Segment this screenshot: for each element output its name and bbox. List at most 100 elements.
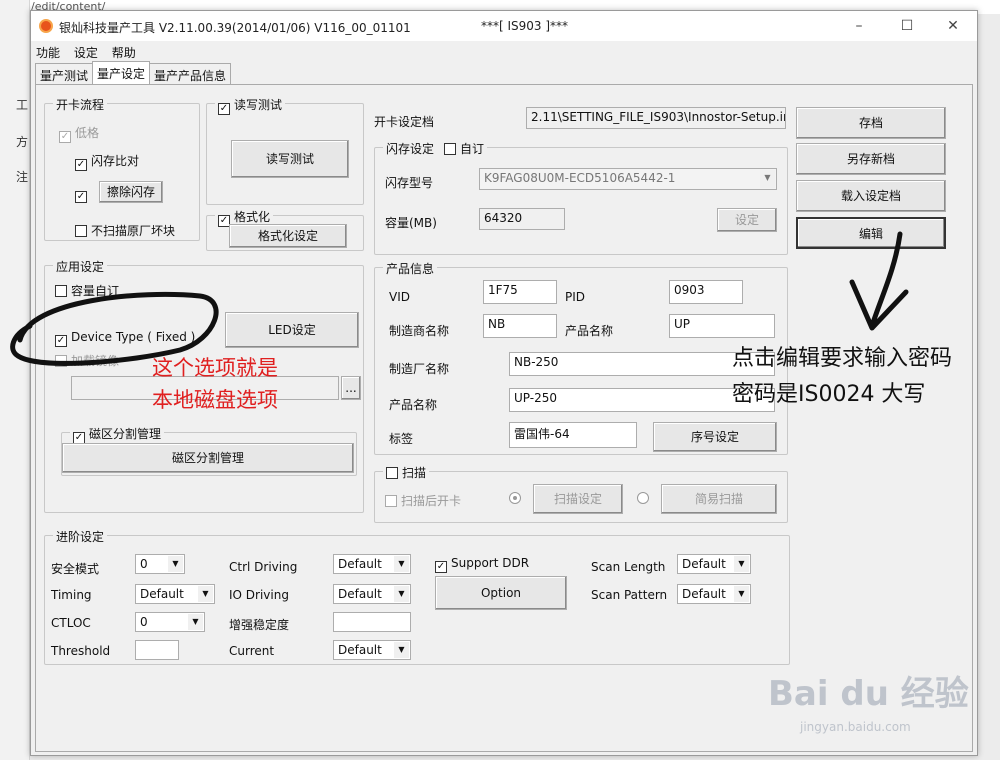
close-icon[interactable]: ✕ bbox=[931, 11, 975, 41]
chevron-down-icon: ▼ bbox=[188, 614, 203, 630]
flash-model-select[interactable]: K9FAG08U0M-ECD5106A5442-1 ▼ bbox=[479, 168, 777, 190]
capacity-label: 容量(MB) bbox=[385, 216, 437, 230]
annotation-red-line1: 这个选项就是 bbox=[152, 356, 278, 380]
title-bar: 银灿科技量产工具 V2.11.00.39(2014/01/06) V116_00… bbox=[31, 11, 977, 41]
support-ddr-checkbox[interactable]: ✓ Support DDR bbox=[435, 556, 529, 573]
skip-factory-bad-block-checkbox[interactable]: 不扫描原厂坏块 bbox=[75, 222, 175, 239]
chevron-down-icon: ▼ bbox=[394, 586, 409, 602]
serial-setting-button[interactable]: 序号设定 bbox=[653, 422, 777, 452]
chevron-down-icon: ▼ bbox=[734, 586, 749, 602]
vid-input[interactable]: 1F75 bbox=[483, 280, 557, 304]
menu-help[interactable]: 帮助 bbox=[107, 42, 141, 63]
stability-label: 增强稳定度 bbox=[229, 618, 290, 632]
tag-input[interactable]: 雷国伟-64 bbox=[509, 422, 637, 448]
scan-length-select[interactable]: Default ▼ bbox=[677, 554, 751, 574]
browser-side-item: 工 bbox=[16, 98, 29, 112]
save-button[interactable]: 存档 bbox=[796, 107, 946, 139]
format-setting-button[interactable]: 格式化设定 bbox=[229, 224, 347, 248]
annotation-red-line2: 本地磁盘选项 bbox=[152, 388, 278, 412]
product-name-input[interactable]: UP bbox=[669, 314, 775, 338]
flash-custom-checkbox[interactable] bbox=[444, 143, 457, 155]
product-info-group: 产品信息 VID 1F75 PID 0903 制造商名称 NB 产品名称 UP … bbox=[374, 260, 788, 455]
chevron-down-icon: ▼ bbox=[198, 586, 213, 602]
simple-scan-button[interactable]: 简易扫描 bbox=[661, 484, 777, 514]
safe-mode-label: 安全模式 bbox=[51, 562, 100, 576]
scan-setting-button[interactable]: 扫描设定 bbox=[533, 484, 623, 514]
browse-button[interactable]: ... bbox=[341, 376, 361, 400]
check-icon: ✓ bbox=[75, 159, 87, 171]
check-box bbox=[55, 355, 67, 367]
browser-side-item: 方 bbox=[16, 135, 29, 149]
group-label: 开卡流程 bbox=[53, 96, 108, 113]
scan-group: 扫描 扫描后开卡 扫描设定 简易扫描 bbox=[374, 464, 788, 523]
flash-set-button[interactable]: 设定 bbox=[717, 208, 777, 232]
rw-test-button[interactable]: 读写测试 bbox=[231, 140, 349, 178]
scan-then-open-checkbox[interactable]: 扫描后开卡 bbox=[385, 492, 461, 509]
capacity-value: 64320 bbox=[479, 208, 565, 230]
app-logo-icon bbox=[39, 19, 53, 33]
tag-label: 标签 bbox=[389, 432, 414, 446]
save-as-button[interactable]: 另存新档 bbox=[796, 143, 946, 175]
menu-function[interactable]: 功能 bbox=[31, 42, 65, 63]
tab-strip: 量产测试 量产设定 量产产品信息 bbox=[35, 61, 232, 87]
settings-panel: 开卡流程 ✓ 低格 ✓ 闪存比对 ✓ 擦除闪存 不扫描原厂坏块 ✓ 读写测试 读写测试… bbox=[35, 84, 973, 752]
chevron-down-icon: ▼ bbox=[394, 556, 409, 572]
window-title: 银灿科技量产工具 V2.11.00.39(2014/01/06) V116_00… bbox=[59, 21, 411, 35]
partition-checkbox[interactable]: ✓ 磁区分割管理 bbox=[70, 425, 165, 444]
edit-button[interactable]: 编辑 bbox=[796, 217, 946, 249]
low-format-checkbox[interactable]: ✓ 低格 bbox=[59, 124, 99, 143]
ctloc-select[interactable]: 0 ▼ bbox=[135, 612, 205, 632]
option-button[interactable]: Option bbox=[435, 576, 567, 610]
timing-select[interactable]: Default ▼ bbox=[135, 584, 215, 604]
baidu-watermark-url: jingyan.baidu.com bbox=[800, 720, 911, 734]
led-setting-button[interactable]: LED设定 bbox=[225, 312, 359, 348]
ctrl-driving-select[interactable]: Default ▼ bbox=[333, 554, 411, 574]
format-group: ✓ 格式化 格式化设定 bbox=[206, 208, 364, 251]
maximize-icon[interactable]: ☐ bbox=[885, 11, 929, 41]
minimize-icon[interactable]: – bbox=[837, 11, 881, 41]
current-select[interactable]: Default ▼ bbox=[333, 640, 411, 660]
annotation-black-line1: 点击编辑要求输入密码 bbox=[732, 346, 953, 371]
scan-pattern-select[interactable]: Default ▼ bbox=[677, 584, 751, 604]
ctloc-label: CTLOC bbox=[51, 616, 91, 630]
rw-test-checkbox[interactable]: ✓ 读写测试 bbox=[215, 96, 286, 115]
vid-label: VID bbox=[389, 290, 410, 304]
erase-flash-checkbox[interactable]: ✓ bbox=[75, 186, 91, 203]
browser-side-strip bbox=[0, 0, 30, 760]
device-type-fixed-checkbox[interactable]: ✓ Device Type ( Fixed ) bbox=[55, 330, 195, 347]
group-label: 进阶设定 bbox=[53, 528, 108, 545]
check-box bbox=[385, 495, 397, 507]
timing-label: Timing bbox=[51, 588, 92, 602]
product-name-label: 产品名称 bbox=[565, 324, 614, 338]
window-title-device: ***[ IS903 ]*** bbox=[481, 19, 569, 33]
check-icon: ✓ bbox=[435, 561, 447, 573]
chevron-down-icon: ▼ bbox=[394, 642, 409, 658]
baidu-watermark-logo: Bai du 经验 bbox=[768, 674, 969, 714]
pid-input[interactable]: 0903 bbox=[669, 280, 743, 304]
group-label: 应用设定 bbox=[53, 258, 108, 275]
vendor-name-input[interactable]: NB bbox=[483, 314, 557, 338]
safe-mode-select[interactable]: 0 ▼ bbox=[135, 554, 185, 574]
load-setting-button[interactable]: 载入设定档 bbox=[796, 180, 946, 212]
scan-setting-radio[interactable] bbox=[509, 492, 521, 504]
scan-checkbox[interactable]: 扫描 bbox=[383, 464, 430, 481]
scan-length-label: Scan Length bbox=[591, 560, 666, 574]
flash-compare-checkbox[interactable]: ✓ 闪存比对 bbox=[75, 152, 139, 171]
capacity-custom-checkbox[interactable]: 容量自订 bbox=[55, 282, 119, 299]
annotation-black-line2: 密码是IS0024 大写 bbox=[732, 382, 926, 407]
partition-manage-button[interactable]: 磁区分割管理 bbox=[62, 443, 354, 473]
threshold-input[interactable] bbox=[135, 640, 179, 660]
load-image-checkbox[interactable]: 加载镜像 bbox=[55, 352, 119, 369]
open-card-flow-group: 开卡流程 ✓ 低格 ✓ 闪存比对 ✓ 擦除闪存 不扫描原厂坏块 bbox=[44, 96, 200, 241]
product-name2-label: 产品名称 bbox=[389, 398, 438, 412]
menu-bar: 功能 设定 帮助 bbox=[31, 42, 141, 62]
erase-flash-button[interactable]: 擦除闪存 bbox=[99, 181, 163, 203]
card-setting-file-path: 2.11\SETTING_FILE_IS903\Innostor-Setup.i… bbox=[526, 107, 786, 129]
advanced-setting-group: 进阶设定 安全模式 0 ▼ Timing Default ▼ CTLOC 0 ▼ Th… bbox=[44, 528, 790, 665]
vendor-name-label: 制造商名称 bbox=[389, 324, 450, 338]
menu-settings[interactable]: 设定 bbox=[69, 42, 103, 63]
pid-label: PID bbox=[565, 290, 586, 304]
io-driving-select[interactable]: Default ▼ bbox=[333, 584, 411, 604]
stability-input[interactable] bbox=[333, 612, 411, 632]
simple-scan-radio[interactable] bbox=[637, 492, 649, 504]
